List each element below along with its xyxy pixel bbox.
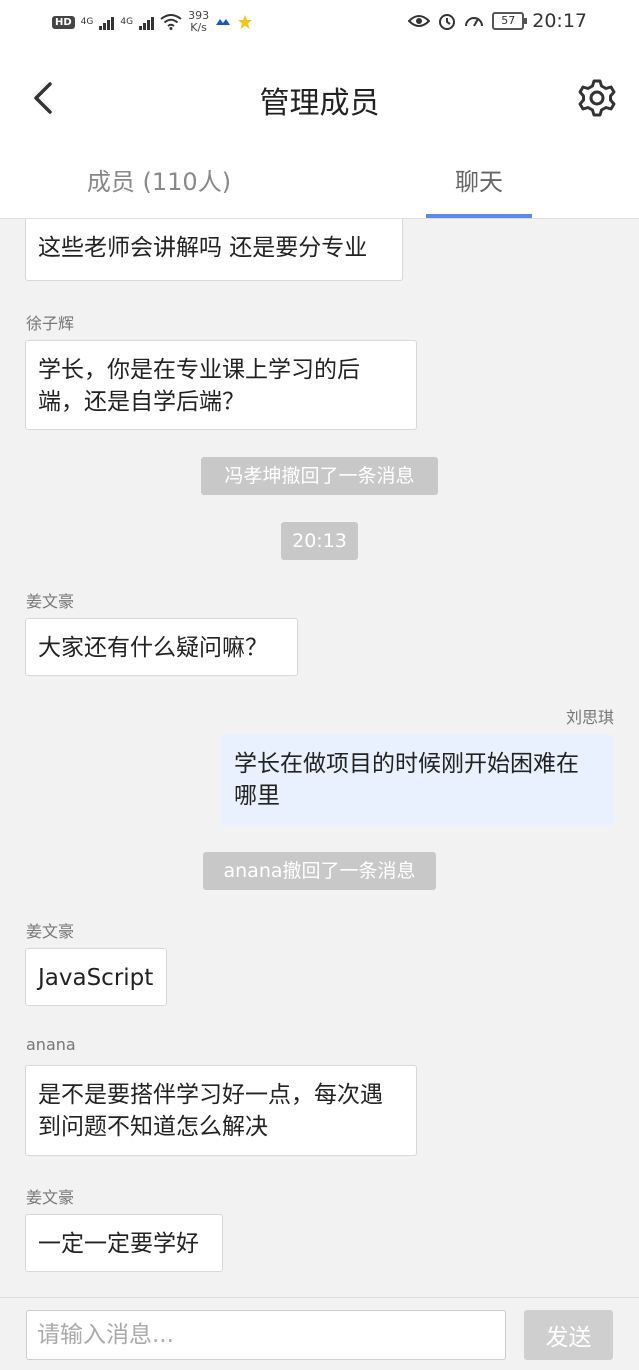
clock-time: 20:17 — [532, 10, 587, 32]
status-left: HD 4G 4G 393 K/s — [52, 10, 253, 34]
speed-unit: K/s — [190, 21, 207, 34]
message-bubble: JavaScript — [25, 948, 167, 1006]
wifi-icon — [160, 14, 182, 30]
message-bubble: 这些老师会讲解吗 还是要分专业 — [25, 219, 403, 281]
header: 管理成员 — [0, 50, 639, 146]
network-type-1: 4G — [80, 17, 94, 27]
message-bubble: 一定一定要学好 — [25, 1214, 223, 1272]
tab-bar: 成员 (110人) 聊天 — [0, 146, 639, 219]
message-sender: 徐子辉 — [26, 314, 75, 333]
message-bubble-self: 学长在做项目的时候刚开始困难在哪里 — [221, 734, 614, 825]
message-sender: 姜文豪 — [26, 1188, 75, 1207]
hd-badge: HD — [52, 15, 75, 29]
settings-button[interactable] — [575, 76, 619, 120]
app-notification-icon — [216, 19, 231, 25]
message-bubble: 学长，你是在专业课上学习的后端，还是自学后端？ — [25, 340, 417, 430]
network-type-2: 4G — [120, 17, 134, 27]
status-bar: HD 4G 4G 393 K/s 57 20:17 — [0, 0, 639, 50]
alarm-icon — [439, 14, 456, 30]
signal-icon — [139, 14, 155, 30]
send-button[interactable]: 发送 — [524, 1310, 613, 1360]
signal-icon — [99, 14, 115, 30]
tab-chat[interactable]: 聊天 — [426, 146, 532, 218]
timestamp: 20:13 — [281, 522, 358, 560]
message-sender: 姜文豪 — [26, 922, 75, 941]
message-sender: 姜文豪 — [26, 592, 75, 611]
network-speed: 393 K/s — [188, 10, 209, 34]
page-title: 管理成员 — [259, 86, 380, 121]
chat-messages[interactable]: 这些老师会讲解吗 还是要分专业 徐子辉 学长，你是在专业课上学习的后端，还是自学… — [0, 219, 639, 1297]
tab-members[interactable]: 成员 (110人) — [48, 146, 270, 218]
message-input-bar: 发送 — [0, 1297, 639, 1370]
status-right: 57 20:17 — [408, 10, 587, 32]
battery-icon: 57 — [492, 12, 528, 30]
system-notice: anana撤回了一条消息 — [203, 852, 436, 890]
star-icon — [238, 15, 253, 29]
message-sender: 刘思琪 — [565, 708, 614, 727]
message-bubble: 大家还有什么疑问嘛？ — [25, 618, 298, 676]
speedometer-icon — [465, 17, 484, 27]
eye-icon — [408, 15, 431, 27]
message-input[interactable] — [26, 1310, 506, 1360]
gear-icon — [578, 79, 616, 117]
active-tab-indicator — [426, 214, 532, 218]
message-sender: anana — [26, 1035, 76, 1054]
message-bubble: 是不是要搭伴学习好一点，每次遇到问题不知道怎么解决 — [25, 1065, 417, 1156]
system-notice: 冯孝坤撤回了一条消息 — [201, 457, 438, 495]
